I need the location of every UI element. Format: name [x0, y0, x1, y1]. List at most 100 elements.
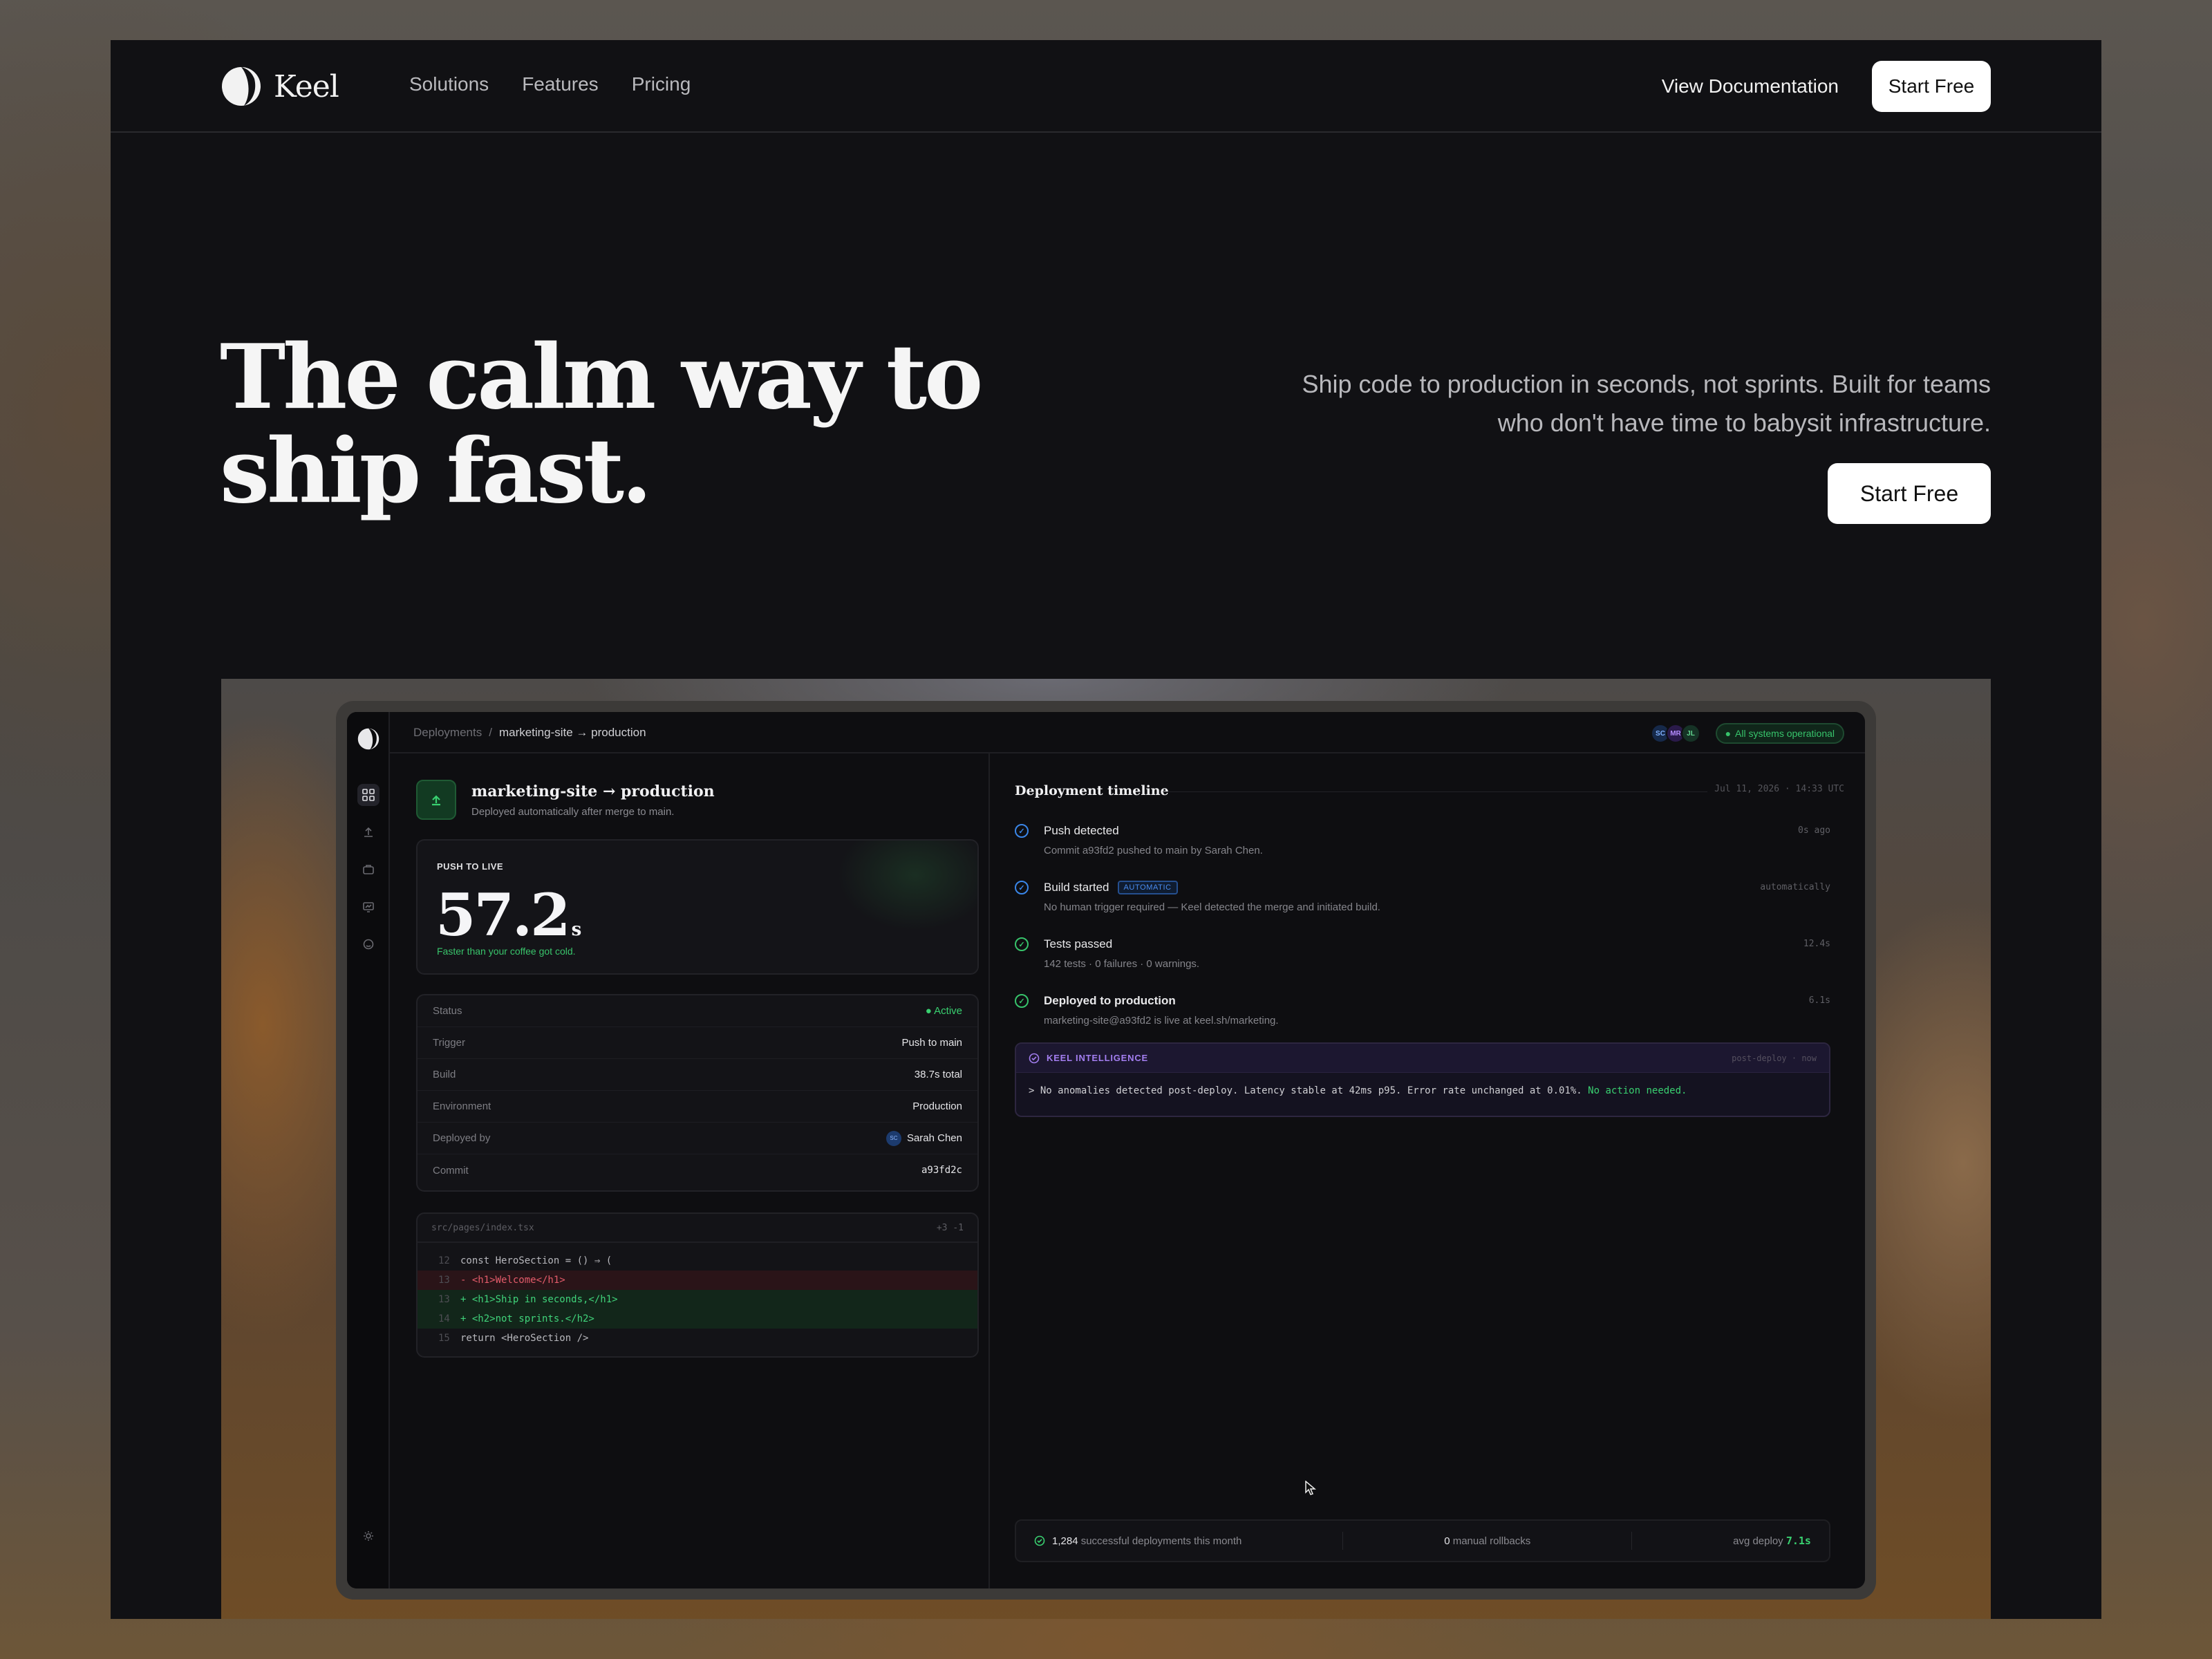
- code-text: + <h1>Ship in seconds,</h1>: [460, 1294, 618, 1305]
- status-text: All systems operational: [1735, 728, 1835, 739]
- nav-link-solutions[interactable]: Solutions: [409, 73, 489, 95]
- check-circle-icon: ✓: [1015, 937, 1029, 951]
- stat-avg-value: 7.1s: [1785, 1535, 1811, 1547]
- diff-stat: +3 -1: [936, 1222, 964, 1233]
- keel-logo-icon: [222, 67, 261, 106]
- line-number: 13: [438, 1294, 450, 1305]
- line-number: 13: [438, 1275, 450, 1286]
- property-row-build: Build 38.7s total: [418, 1059, 977, 1091]
- line-number: 15: [438, 1333, 450, 1344]
- timeline-item-desc: 142 tests · 0 failures · 0 warnings.: [1044, 958, 1200, 970]
- status-active-value: ● Active: [925, 1005, 962, 1017]
- timeline-item-time: 6.1s: [1808, 995, 1830, 1006]
- timeline-item-desc: Commit a93fd2 pushed to main by Sarah Ch…: [1044, 845, 1263, 856]
- code-text: const HeroSection = () ⇒ (: [460, 1255, 612, 1266]
- property-key: Status: [433, 1005, 462, 1017]
- nav-links: Solutions Features Pricing: [409, 73, 691, 95]
- timeline-item-name: Deployed to production: [1044, 994, 1176, 1007]
- property-key: Commit: [433, 1164, 469, 1177]
- line-number: 12: [438, 1255, 450, 1266]
- push-to-live-note: Faster than your coffee got cold.: [437, 946, 576, 957]
- property-row-deployed-by: Deployed by SC Sarah Chen: [418, 1123, 977, 1154]
- nav-start-free-button[interactable]: Start Free: [1872, 61, 1991, 112]
- timeline-item: ✓ Tests passed 142 tests · 0 failures · …: [1015, 936, 1830, 982]
- code-line: 12 const HeroSection = () ⇒ (: [418, 1251, 977, 1271]
- timeline-item-desc: marketing-site@a93fd2 is live at keel.sh…: [1044, 1015, 1279, 1027]
- hero-start-free-button[interactable]: Start Free: [1828, 463, 1991, 524]
- view-documentation-link[interactable]: View Documentation: [1662, 75, 1839, 97]
- stat-rollbacks-count: 0: [1444, 1535, 1450, 1547]
- theme-sun-icon[interactable]: [357, 1525, 379, 1547]
- property-value: 38.7s total: [914, 1069, 962, 1080]
- hero-title: The calm way to ship fast.: [220, 330, 1118, 518]
- deployment-title: marketing-site → production: [471, 782, 715, 800]
- upload-icon[interactable]: [357, 821, 379, 843]
- property-row-trigger: Trigger Push to main: [418, 1027, 977, 1059]
- code-text: return <HeroSection />: [460, 1333, 589, 1344]
- stat-rollbacks-label: manual rollbacks: [1452, 1535, 1531, 1547]
- diff-file-path[interactable]: src/pages/index.tsx: [431, 1223, 534, 1233]
- code-diff: src/pages/index.tsx +3 -1 12 const HeroSe…: [416, 1212, 979, 1358]
- deployment-properties: Status ● Active Trigger Push to main Bui…: [416, 994, 979, 1192]
- timeline-item-name: Push detected: [1044, 824, 1119, 837]
- brand-logo[interactable]: Keel: [221, 66, 339, 106]
- avatar[interactable]: SC: [885, 1130, 901, 1146]
- breadcrumb-separator: /: [489, 726, 492, 739]
- hero-title-line-2: ship fast.: [220, 420, 653, 523]
- timeline-item-name-row: Build started AUTOMATIC: [1044, 881, 1178, 894]
- smile-icon[interactable]: [357, 933, 379, 955]
- code-line-added: 13 + <h1>Ship in seconds,</h1>: [418, 1290, 977, 1309]
- hero-title-line-1: The calm way to: [220, 326, 983, 429]
- stat-rollbacks: 0 manual rollbacks: [1444, 1535, 1530, 1547]
- timeline-item-time: 12.4s: [1803, 939, 1830, 949]
- top-nav: Keel Solutions Features Pricing View Doc…: [111, 40, 2101, 133]
- avatar[interactable]: JL: [1681, 724, 1700, 743]
- hero-subtitle: Ship code to production in seconds, not …: [1302, 370, 1991, 437]
- system-status-badge: ● All systems operational: [1715, 723, 1844, 744]
- commit-hash[interactable]: a93fd2c: [921, 1165, 962, 1176]
- code-text: - <h1>Welcome</h1>: [460, 1275, 565, 1286]
- device-frame: Deployments / marketing-site → productio…: [336, 701, 1876, 1600]
- stat-avg-label: avg deploy: [1733, 1535, 1783, 1547]
- stat-deployments: 1,284 successful deployments this month: [1034, 1535, 1241, 1547]
- check-circle-icon: ✓: [1015, 824, 1029, 838]
- intelligence-text: No anomalies detected post-deploy. Laten…: [1040, 1085, 1582, 1096]
- briefcase-icon[interactable]: [357, 859, 379, 881]
- keel-intelligence-panel: KEEL INTELLIGENCE post-deploy · now > No…: [1015, 1042, 1830, 1117]
- code-line-added: 14 + <h2>not sprints.</h2>: [418, 1309, 977, 1329]
- breadcrumb-deployments[interactable]: Deployments: [413, 726, 482, 740]
- property-key: Deployed by: [433, 1132, 491, 1144]
- nav-link-pricing[interactable]: Pricing: [632, 73, 691, 95]
- nav-link-features[interactable]: Features: [522, 73, 599, 95]
- timeline-item-name: Build started: [1044, 881, 1109, 894]
- property-value: Production: [912, 1100, 962, 1112]
- breadcrumb: Deployments / marketing-site → productio…: [413, 726, 646, 740]
- code-diff-header: src/pages/index.tsx +3 -1: [418, 1214, 977, 1243]
- icon-rail: [347, 712, 390, 1588]
- status-dot-icon: ●: [1725, 728, 1732, 739]
- check-circle-icon: ✓: [1015, 994, 1029, 1008]
- stat-avg-deploy: avg deploy 7.1s: [1733, 1535, 1811, 1547]
- stat-divider: [1342, 1532, 1344, 1550]
- timeline-item: ✓ Deployed to production marketing-site@…: [1015, 993, 1830, 1038]
- timeline-item-time: automatically: [1760, 882, 1830, 892]
- property-row-status: Status ● Active: [418, 995, 977, 1027]
- push-to-live-label: PUSH TO LIVE: [437, 861, 504, 872]
- push-to-live-number: 57.2: [435, 881, 571, 949]
- property-row-environment: Environment Production: [418, 1091, 977, 1123]
- stat-deployments-label: successful deployments this month: [1080, 1535, 1242, 1547]
- check-circle-icon: [1029, 1053, 1040, 1063]
- stat-divider: [1631, 1532, 1633, 1550]
- monitor-chart-icon[interactable]: [357, 896, 379, 918]
- push-to-live-value: 57.2 s: [435, 881, 581, 949]
- intelligence-header: KEEL INTELLIGENCE post-deploy · now: [1016, 1044, 1829, 1073]
- property-row-commit: Commit a93fd2c: [418, 1154, 977, 1186]
- timeline-item: ✓ Build started AUTOMATIC No human trigg…: [1015, 879, 1830, 925]
- property-key: Build: [433, 1069, 456, 1080]
- intelligence-label-row: KEEL INTELLIGENCE: [1029, 1053, 1148, 1064]
- timeline-item: ✓ Push detected Commit a93fd2 pushed to …: [1015, 823, 1830, 868]
- timeline-item-name: Tests passed: [1044, 937, 1113, 950]
- deployment-header: marketing-site → production Deployed aut…: [416, 780, 715, 820]
- grid-icon[interactable]: [357, 784, 379, 806]
- intelligence-verdict: No action needed.: [1588, 1085, 1687, 1096]
